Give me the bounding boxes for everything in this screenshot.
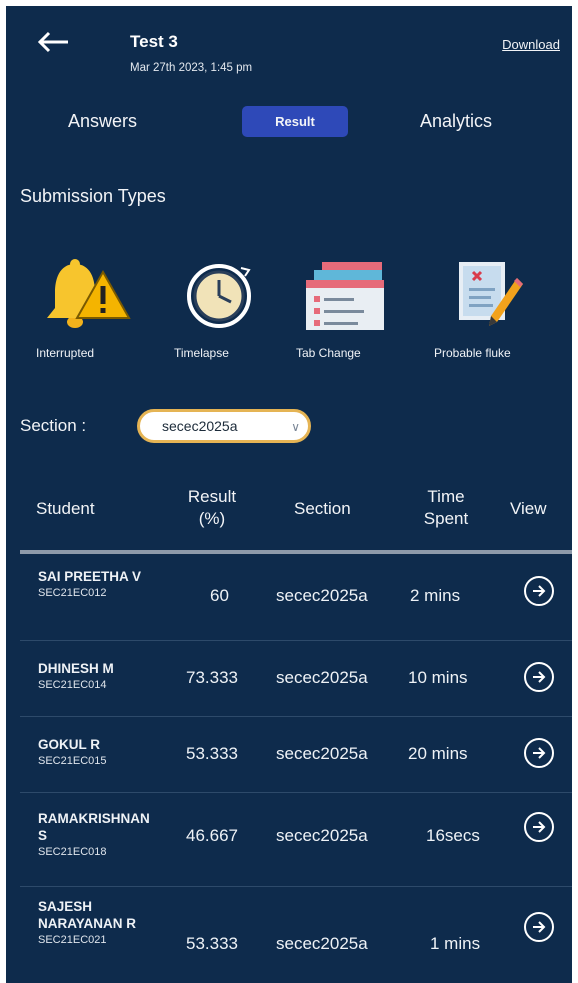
- student-name: DHINESH M: [38, 661, 114, 676]
- arrow-right-icon: [533, 585, 546, 597]
- section-value: secec2025a: [276, 934, 368, 953]
- back-arrow-icon[interactable]: [36, 28, 72, 56]
- result-value: 46.667: [186, 826, 238, 845]
- arrow-right-icon: [533, 821, 546, 833]
- student-name: RAMAKRISHNAN S: [38, 811, 150, 843]
- section-value: secec2025a: [276, 668, 368, 687]
- arrow-right-icon: [533, 921, 546, 933]
- result-value: 73.333: [186, 668, 238, 687]
- view-button[interactable]: [524, 738, 554, 768]
- th-student: Student: [36, 499, 95, 518]
- submission-type-timelapse: [159, 256, 279, 336]
- student-name: GOKUL R: [38, 737, 101, 752]
- table-row: SAI PREETHA V SEC21EC012 60 secec2025a 2…: [20, 556, 572, 641]
- student-reg-no: SEC21EC014: [38, 679, 107, 691]
- th-result: Result (%): [187, 487, 237, 528]
- type-label-interrupted: Interrupted: [36, 346, 95, 360]
- section-value: secec2025a: [276, 744, 368, 763]
- table-row: GOKUL R SEC21EC015 53.333 secec2025a 20 …: [20, 716, 572, 793]
- result-screen: Test 3 Mar 27th 2023, 1:45 pm Download A…: [6, 6, 572, 983]
- table-row: SAJESH NARAYANAN R SEC21EC021 53.333 sec…: [20, 886, 572, 983]
- th-time-spent: Time Spent: [423, 487, 469, 528]
- page-title: Test 3: [130, 32, 178, 51]
- result-value: 53.333: [186, 934, 238, 953]
- view-button[interactable]: [524, 576, 554, 606]
- student-reg-no: SEC21EC012: [38, 587, 107, 599]
- time-spent-value: 20 mins: [408, 744, 468, 763]
- student-name: SAI PREETHA V: [38, 569, 142, 584]
- view-button[interactable]: [524, 912, 554, 942]
- time-spent-value: 16secs: [426, 826, 480, 845]
- th-view: View: [510, 499, 547, 518]
- type-label-tab-change: Tab Change: [296, 346, 361, 360]
- arrow-right-icon: [533, 671, 546, 683]
- clock-icon: [187, 264, 251, 328]
- student-name: SAJESH NARAYANAN R: [38, 899, 137, 931]
- download-link[interactable]: Download: [502, 37, 560, 52]
- submission-type-interrupted: [26, 256, 146, 336]
- tab-answers[interactable]: Answers: [68, 104, 137, 138]
- tab-result[interactable]: Result: [242, 106, 348, 137]
- student-reg-no: SEC21EC021: [38, 934, 107, 946]
- result-value: 60: [210, 586, 229, 605]
- tab-analytics[interactable]: Analytics: [420, 104, 492, 138]
- section-filter-label: Section :: [20, 416, 87, 435]
- type-label-timelapse: Timelapse: [174, 346, 229, 360]
- submission-type-tab-change: [285, 256, 405, 336]
- section-value: secec2025a: [276, 826, 368, 845]
- submission-types-title: Submission Types: [20, 186, 166, 206]
- section-select[interactable]: secec2025a ∨: [137, 409, 311, 443]
- student-reg-no: SEC21EC018: [38, 846, 107, 858]
- test-date: Mar 27th 2023, 1:45 pm: [130, 62, 253, 74]
- table-row: RAMAKRISHNAN S SEC21EC018 46.667 secec20…: [20, 792, 572, 887]
- th-section: Section: [294, 499, 351, 518]
- section-select-value: secec2025a: [162, 418, 238, 434]
- bell-warning-icon: [47, 259, 131, 328]
- view-button[interactable]: [524, 662, 554, 692]
- view-button[interactable]: [524, 812, 554, 842]
- time-spent-value: 10 mins: [408, 668, 468, 687]
- table-header-divider: [20, 550, 572, 554]
- result-value: 53.333: [186, 744, 238, 763]
- arrow-right-icon: [533, 747, 546, 759]
- document-pencil-icon: [459, 262, 523, 326]
- submission-type-probable-fluke: [426, 256, 546, 336]
- student-reg-no: SEC21EC015: [38, 755, 107, 767]
- section-value: secec2025a: [276, 586, 368, 605]
- table-row: DHINESH M SEC21EC014 73.333 secec2025a 1…: [20, 640, 572, 717]
- time-spent-value: 1 mins: [430, 934, 481, 953]
- time-spent-value: 2 mins: [410, 586, 461, 605]
- header: Test 3 Mar 27th 2023, 1:45 pm Download: [6, 6, 572, 86]
- chevron-down-icon: ∨: [291, 420, 300, 434]
- type-label-probable-fluke: Probable fluke: [434, 346, 511, 360]
- browser-tabs-icon: [306, 262, 384, 330]
